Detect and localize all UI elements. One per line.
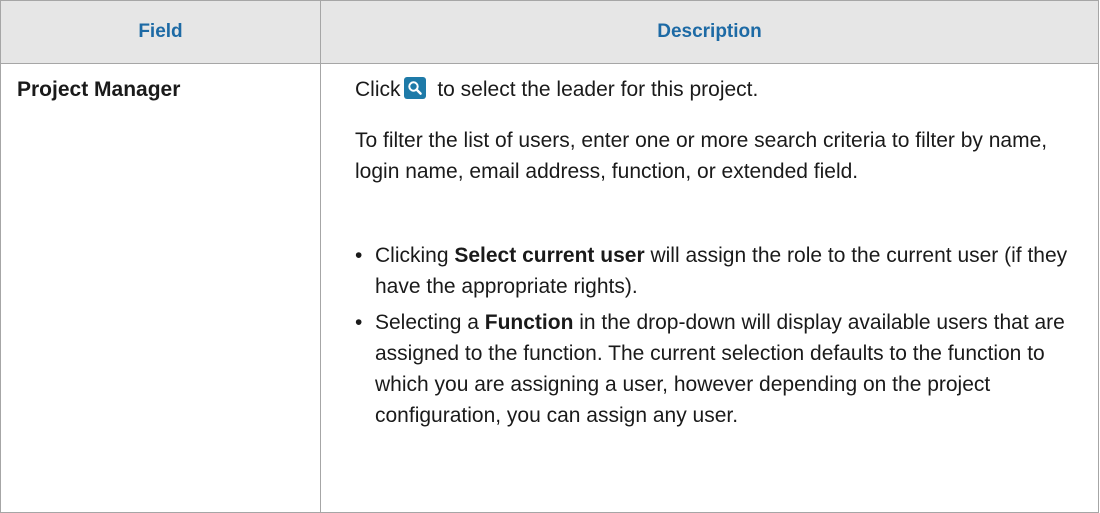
field-cell: Project Manager <box>0 63 321 513</box>
list-item-bold: Select current user <box>454 244 645 267</box>
description-column-header: Description <box>320 0 1099 64</box>
click-instruction: Click to select the leader for this proj… <box>355 74 1090 105</box>
click-text-before: Click <box>355 78 401 101</box>
list-item: • Selecting a Function in the drop-down w… <box>355 307 1090 431</box>
list-item-bold: Function <box>484 311 574 334</box>
bullet-marker: • <box>355 311 363 334</box>
field-column-header: Field <box>0 0 321 64</box>
field-name: Project Manager <box>17 78 181 101</box>
table-row: Project Manager Click to select the lead… <box>0 63 1099 513</box>
notes-list: • Clicking Select current user will assig… <box>355 240 1090 431</box>
list-item-text-before: Selecting a <box>375 311 485 334</box>
search-icon[interactable] <box>403 77 426 99</box>
field-description-table: Field Description Project Manager Click … <box>0 0 1099 513</box>
bullet-marker: • <box>355 244 363 267</box>
description-cell: Click to select the leader for this proj… <box>320 63 1099 513</box>
list-item: • Clicking Select current user will assig… <box>355 240 1090 302</box>
click-text-after: to select the leader for this project. <box>431 78 759 101</box>
list-item-text-before: Clicking <box>375 244 455 267</box>
filter-instruction: To filter the list of users, enter one o… <box>355 129 1048 183</box>
table-header-row: Field Description <box>0 0 1099 64</box>
